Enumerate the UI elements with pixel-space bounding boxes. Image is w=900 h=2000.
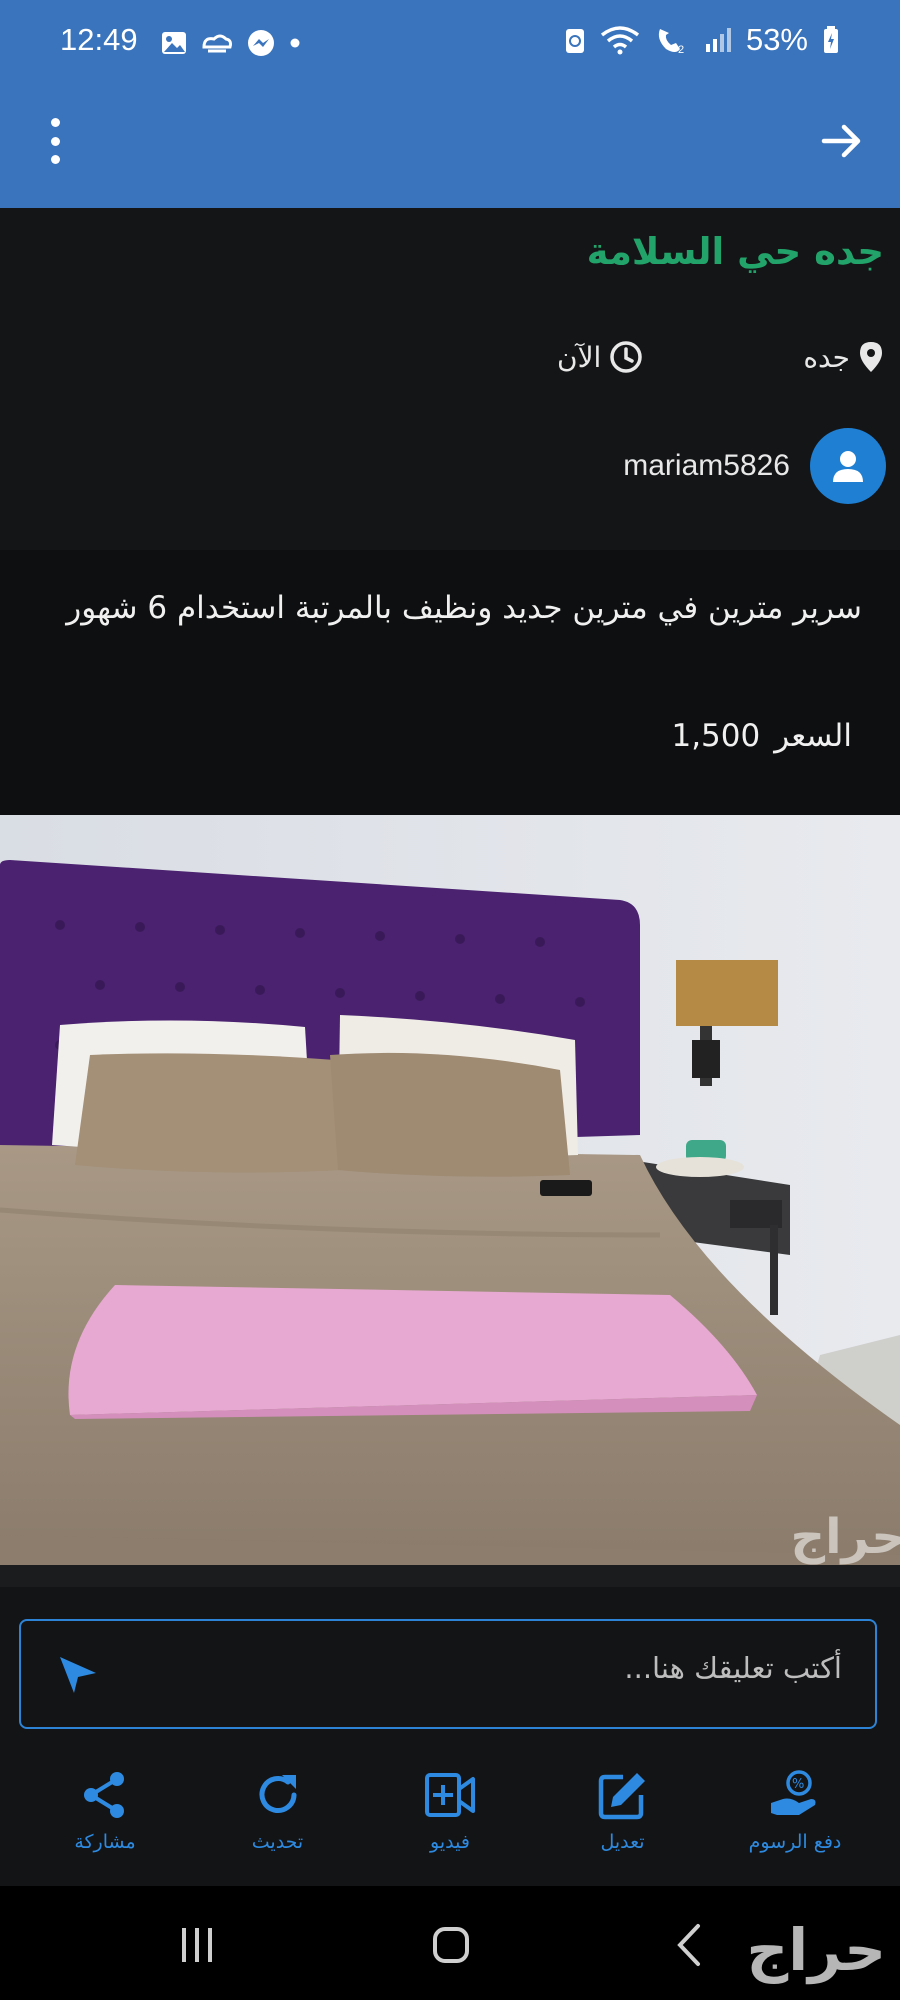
share-icon (84, 1772, 124, 1818)
status-time: 12:49 (60, 22, 138, 57)
edit-icon (598, 1773, 645, 1820)
recycle-icon (565, 29, 584, 53)
avatar[interactable] (810, 428, 886, 504)
city-label: جده (803, 340, 850, 374)
price: السعر 1,500 (671, 718, 852, 754)
signal-icon (705, 28, 731, 52)
bed-photo (0, 815, 900, 1565)
status-icons-left (160, 28, 302, 58)
edit-label: تعديل (600, 1831, 645, 1853)
refresh-icon (259, 1775, 296, 1813)
city-item[interactable]: جده (803, 341, 884, 374)
price-label: السعر (774, 718, 852, 754)
back-chevron-icon[interactable] (670, 1922, 710, 1968)
listing-title: سرير مترين في مترين جديد ونظيف بالمرتبة … (66, 590, 862, 626)
location-title: جده حي السلامة (586, 230, 884, 273)
meta-row: جده الآن (557, 340, 884, 374)
share-button[interactable]: مشاركة (30, 1745, 180, 1885)
battery-icon (824, 26, 838, 53)
video-add-icon (425, 1773, 475, 1817)
arrow-right-icon[interactable] (816, 116, 866, 166)
user-icon (833, 451, 863, 482)
status-icons-right: 2 53% (564, 22, 840, 58)
wifi-icon (600, 26, 640, 55)
messenger-icon (248, 30, 274, 56)
username[interactable]: mariam5826 (623, 449, 790, 483)
refresh-label: تحديث (251, 1831, 304, 1853)
photo-divider (0, 1565, 900, 1587)
home-button[interactable] (433, 1927, 469, 1963)
image-icon (162, 32, 186, 54)
photo-watermark: حراج (790, 1509, 900, 1565)
video-button[interactable]: فيديو (375, 1745, 525, 1885)
svg-text:%: % (792, 1777, 804, 1792)
price-value: 1,500 (671, 718, 761, 754)
share-label: مشاركة (74, 1831, 136, 1853)
time-posted: الآن (557, 340, 602, 374)
nav-watermark: حراج (746, 1916, 886, 1984)
pay-fees-icon: % (771, 1770, 816, 1815)
action-bar: مشاركة تحديث فيديو تعديل % دفع الرسوم (0, 1745, 900, 1885)
cloud-icon (202, 34, 232, 53)
listing-photo[interactable]: حراج (0, 815, 900, 1565)
more-vert-icon[interactable] (40, 118, 70, 164)
seller-row[interactable]: mariam5826 (623, 428, 886, 504)
clock-icon (610, 341, 643, 373)
recents-button[interactable] (182, 1928, 212, 1962)
edit-button[interactable]: تعديل (548, 1745, 698, 1885)
time-item: الآن (557, 340, 643, 374)
battery-percent: 53% (745, 22, 808, 57)
send-icon[interactable] (56, 1653, 100, 1697)
dot-icon (290, 38, 300, 48)
video-label: فيديو (430, 1831, 470, 1853)
pay-fees-button[interactable]: % دفع الرسوم (720, 1745, 870, 1885)
location-pin-icon (860, 342, 882, 372)
comment-placeholder[interactable]: أكتب تعليقك هنا... (624, 1651, 842, 1685)
svg-text:2: 2 (678, 44, 684, 55)
refresh-button[interactable]: تحديث (203, 1745, 353, 1885)
call-icon: 2 (658, 29, 684, 55)
pay-fees-label: دفع الرسوم (748, 1831, 842, 1853)
